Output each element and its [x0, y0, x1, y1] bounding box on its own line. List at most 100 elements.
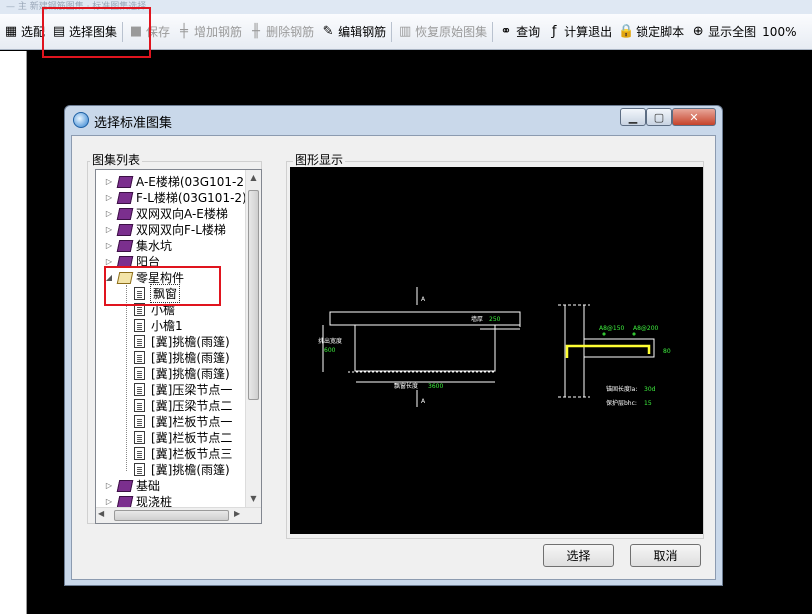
toolbar-button-9[interactable]: 🔒 锁定脚本: [615, 20, 687, 44]
tree-horizontal-scrollbar[interactable]: ◀ ▶: [96, 507, 261, 523]
book-icon: [117, 207, 132, 219]
toolbar-button-label: 选配: [21, 25, 46, 39]
toolbar-button-8[interactable]: ƒ 计算退出: [543, 20, 615, 44]
tree-node[interactable]: 小檐: [134, 301, 175, 317]
section-view: [558, 304, 655, 398]
tree-node-label: [冀]栏板节点一: [151, 414, 233, 429]
minimize-button[interactable]: ▁: [620, 108, 646, 126]
expander-icon[interactable]: ▷: [104, 497, 114, 506]
scroll-up-arrow[interactable]: ▲: [246, 170, 261, 186]
tree-node[interactable]: [冀]挑檐(雨篷): [134, 349, 230, 365]
label-anchor: 锚固长度la:: [606, 385, 637, 393]
toolbar-button-5[interactable]: ✎ 编辑钢筋: [317, 20, 389, 44]
tree-node[interactable]: ▷ 基础: [104, 477, 160, 493]
toolbar-button-1[interactable]: ▤ 选择图集: [48, 20, 120, 44]
expander-icon[interactable]: ◢: [104, 273, 114, 282]
tree-node-label: 小檐: [151, 302, 176, 317]
scroll-thumb[interactable]: [248, 190, 259, 400]
tree-node-label: 飘窗: [149, 283, 181, 303]
tree-node[interactable]: ◢ 零星构件: [104, 269, 184, 285]
document-icon: [134, 302, 145, 316]
dialog-titlebar[interactable]: 选择标准图集 ▁ ▢ ✕: [65, 106, 722, 134]
label-a-bottom: A: [421, 398, 426, 405]
tree-node[interactable]: [冀]挑檐(雨篷): [134, 461, 230, 477]
expander-icon[interactable]: ▷: [104, 225, 114, 234]
tree-node[interactable]: [冀]压梁节点一: [134, 381, 232, 397]
atlas-tree[interactable]: ▷ A-E楼梯(03G101-2) ▷ F-L楼梯(03G101-2) ▷ 双网双向A-E…: [95, 169, 262, 524]
rebar: [565, 344, 651, 358]
toolbar-button-0[interactable]: ▦ 选配: [0, 20, 48, 44]
expander-icon[interactable]: ▷: [104, 209, 114, 218]
expander-icon[interactable]: ▷: [104, 241, 114, 250]
cancel-button[interactable]: 取消: [630, 544, 701, 567]
document-icon: [134, 382, 145, 396]
label-thickness: 墙厚: [471, 315, 483, 323]
tree-node[interactable]: ▷ 双网双向F-L楼梯: [104, 221, 226, 237]
scroll-down-arrow[interactable]: ▼: [246, 491, 261, 507]
toolbar-button-2[interactable]: ■ 保存: [125, 20, 173, 44]
tree-node[interactable]: ▷ F-L楼梯(03G101-2): [104, 189, 247, 205]
slab-outline: [584, 338, 655, 358]
tree-node-label: [冀]压梁节点一: [151, 382, 233, 397]
value-thickness: 250: [489, 316, 501, 323]
expander-icon[interactable]: ▷: [104, 257, 114, 266]
toolbar-button-7[interactable]: ⚭ 查询: [495, 20, 543, 44]
toolbar-button-label: 查询: [516, 25, 541, 39]
toolbar-button-4[interactable]: ╫ 删除钢筋: [245, 20, 317, 44]
tree-vertical-scrollbar[interactable]: ▲ ▼: [245, 170, 261, 507]
toolbar-button-6[interactable]: ▥ 恢复原始图集: [394, 20, 490, 44]
pick-icon: ▦: [4, 24, 18, 39]
tree-connector-line: [126, 285, 127, 471]
open-book-icon: [117, 271, 132, 283]
tree-node-label: 基础: [136, 478, 161, 493]
toolbar-separator: [492, 21, 494, 42]
select-button[interactable]: 选择: [543, 544, 614, 567]
hscroll-thumb[interactable]: [114, 510, 229, 521]
save-icon: ■: [129, 24, 143, 39]
value-anchor: 30d: [644, 386, 656, 393]
label-cover: 保护层bhc:: [606, 399, 637, 407]
tree-node[interactable]: [冀]挑檐(雨篷): [134, 333, 230, 349]
expander-icon[interactable]: ▷: [104, 193, 114, 202]
scroll-left-arrow[interactable]: ◀: [98, 509, 104, 518]
expander-icon[interactable]: ▷: [104, 177, 114, 186]
zoom-fit-icon: ⊕: [692, 24, 704, 39]
tree-node[interactable]: [冀]挑檐(雨篷): [134, 365, 230, 381]
app-logo-icon: [73, 112, 89, 128]
book-icon: [117, 479, 132, 491]
fx-icon: ƒ: [551, 24, 557, 39]
tree-node[interactable]: ▷ A-E楼梯(03G101-2): [104, 173, 249, 189]
zoom-level[interactable]: 100%: [759, 20, 799, 44]
label-a-top: A: [421, 296, 426, 303]
book-icon: [117, 175, 132, 187]
tree-node[interactable]: [冀]栏板节点三: [134, 445, 232, 461]
tree-node[interactable]: [冀]栏板节点二: [134, 429, 232, 445]
tree-node-label: 零星构件: [136, 270, 185, 285]
value-window-length: 3600: [428, 383, 443, 390]
toolbar-button-label: 恢复原始图集: [415, 25, 488, 39]
tree-node[interactable]: ▷ 集水坑: [104, 237, 172, 253]
toolbar-button-3[interactable]: ╪ 增加钢筋: [173, 20, 245, 44]
tree-node-label: [冀]栏板节点三: [151, 446, 233, 461]
toolbar-button-label: 删除钢筋: [266, 25, 315, 39]
tree-node[interactable]: 小檐1: [134, 317, 183, 333]
toolbar-button-label: 锁定脚本: [636, 25, 685, 39]
scroll-right-arrow[interactable]: ▶: [234, 509, 240, 518]
expander-icon[interactable]: ▷: [104, 481, 114, 490]
label-window-length: 飘窗长度: [394, 382, 418, 390]
tree-node-label: F-L楼梯(03G101-2): [136, 190, 247, 205]
document-icon: [134, 334, 145, 348]
maximize-button[interactable]: ▢: [646, 108, 672, 126]
toolbar-button-label: 选择图集: [69, 25, 118, 39]
toolbar-button-label: 保存: [146, 25, 171, 39]
lock-icon: 🔒: [618, 24, 635, 39]
tree-node[interactable]: ▷ 阳台: [104, 253, 160, 269]
tree-node[interactable]: [冀]栏板节点一: [134, 413, 232, 429]
rebar-line: [565, 344, 651, 358]
tree-node[interactable]: 飘窗: [134, 283, 181, 303]
close-button[interactable]: ✕: [672, 108, 716, 126]
toolbar-button-10[interactable]: ⊕ 显示全图: [687, 20, 759, 44]
tree-node[interactable]: ▷ 双网双向A-E楼梯: [104, 205, 228, 221]
restore-icon: ▥: [398, 24, 412, 39]
tree-node[interactable]: [冀]压梁节点二: [134, 397, 232, 413]
